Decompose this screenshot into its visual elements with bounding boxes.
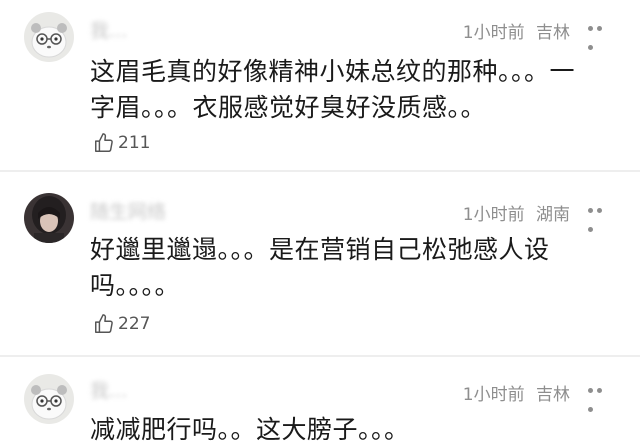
comment-location: 湖南 [536,205,570,225]
like-button[interactable]: 211 [93,131,150,155]
avatar[interactable] [24,374,74,424]
comment-text: 好邋里邋遢。。。是在营销自己松弛感人设 吗。。。。 [90,232,610,304]
like-button[interactable]: 227 [93,312,150,336]
comment-text: 减减肥行吗。。这大膀子。。。 [90,412,610,448]
comment-meta: 1小时前 吉林 [463,380,570,405]
comment-time: 1小时前 [462,205,525,225]
like-count: 211 [118,133,151,153]
comment-time: 1小时前 [462,385,525,405]
divider [0,355,640,357]
comment-text-line: 这眉毛真的好像精神小妹总纹的那种。。。一 [90,57,576,86]
more-options-icon[interactable] [588,208,614,232]
comment-location: 吉林 [536,385,570,405]
divider [0,170,640,172]
girl-avatar-icon [24,193,74,243]
panda-avatar-icon [24,374,74,424]
panda-avatar-icon [24,12,74,62]
username[interactable]: 随生网络 [90,197,166,224]
comment-meta: 1小时前 湖南 [463,200,570,225]
thumbs-up-icon [95,314,113,333]
thumbs-up-icon [95,133,113,152]
like-count: 227 [118,314,151,334]
comment-text-line: 吗。。。。 [90,271,181,300]
username[interactable]: 我... [90,376,127,403]
avatar[interactable] [24,12,74,62]
comment-meta: 1小时前 吉林 [463,18,570,43]
comment-time: 1小时前 [462,23,525,43]
comment-text-line: 字眉。。。衣服感觉好臭好没质感。。 [90,93,487,122]
comment-text: 这眉毛真的好像精神小妹总纹的那种。。。一 字眉。。。衣服感觉好臭好没质感。。 [90,54,610,126]
more-options-icon[interactable] [588,388,614,412]
comment-text-line: 减减肥行吗。。这大膀子。。。 [90,415,410,444]
comment-location: 吉林 [536,23,570,43]
comment-text-line: 好邋里邋遢。。。是在营销自己松弛感人设 [90,235,550,264]
more-options-icon[interactable] [588,26,614,50]
avatar[interactable] [24,193,74,243]
username[interactable]: 我... [90,16,127,43]
